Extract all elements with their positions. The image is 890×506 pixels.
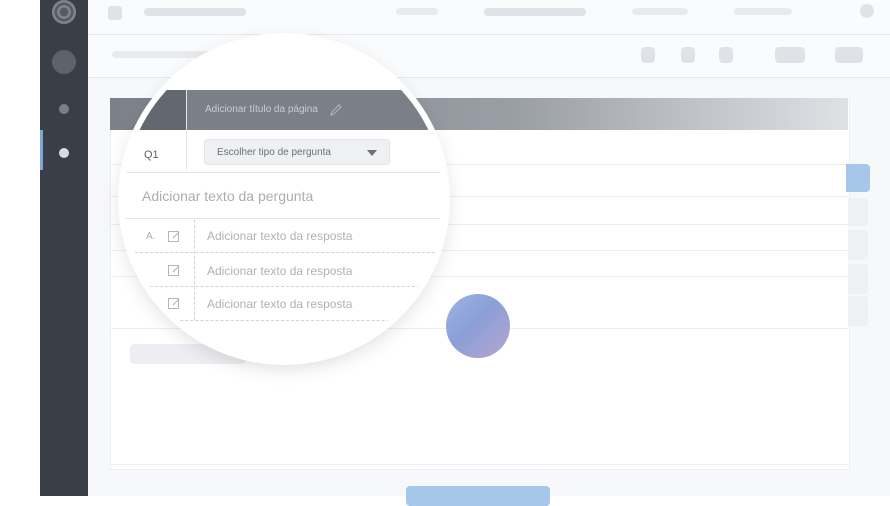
primary-action-button[interactable] [406, 486, 550, 506]
side-action-button[interactable] [848, 198, 868, 226]
loading-spinner [446, 294, 510, 358]
caret-down-icon [367, 150, 377, 156]
question-text-input[interactable]: Adicionar texto da pergunta [142, 188, 313, 204]
edit-note-icon[interactable] [167, 229, 181, 243]
question-number: Q1 [144, 149, 159, 161]
page-title-bar-left [124, 90, 186, 130]
sidebar-item-active[interactable] [59, 148, 69, 158]
side-action-button[interactable] [848, 264, 868, 294]
toolbar-button[interactable] [641, 47, 655, 63]
sidebar-item[interactable] [59, 104, 69, 114]
answer-column-divider [194, 220, 195, 320]
answer-letter: A. [146, 231, 156, 242]
toolbar-button[interactable] [719, 47, 733, 63]
question-type-label: Escolher tipo de pergunta [217, 147, 331, 158]
side-action-button[interactable] [848, 296, 868, 326]
side-action-button[interactable] [846, 164, 870, 192]
pencil-icon[interactable] [328, 102, 344, 118]
left-sidebar [40, 0, 88, 496]
logo-icon [52, 0, 76, 24]
toolbar-button[interactable] [835, 47, 863, 63]
answer-selector[interactable] [134, 289, 148, 303]
sidebar-avatar[interactable] [52, 50, 76, 74]
row-divider [110, 464, 848, 465]
top-bar-checkbox[interactable] [108, 6, 122, 20]
top-bar-skeleton [144, 8, 246, 16]
sidebar-active-indicator [40, 130, 43, 170]
top-bar-skeleton [632, 8, 688, 15]
question-type-select[interactable]: Escolher tipo de pergunta [204, 139, 390, 165]
top-bar-skeleton [734, 8, 792, 15]
toolbar-button[interactable] [775, 47, 805, 63]
page-title-input[interactable]: Adicionar título da página [205, 104, 318, 115]
top-bar-skeleton [396, 8, 438, 15]
side-action-button[interactable] [848, 230, 868, 260]
toolbar-button[interactable] [681, 47, 695, 63]
row-divider [124, 172, 440, 173]
top-bar [88, 0, 890, 35]
answer-text-input[interactable]: Adicionar texto da resposta [207, 264, 352, 278]
answer-text-input[interactable]: Adicionar texto da resposta [207, 297, 352, 311]
edit-note-icon[interactable] [167, 296, 181, 310]
magnifier-lens: Adicionar título da página Q1 Escolher t… [124, 39, 444, 359]
user-icon[interactable] [860, 4, 874, 18]
row-divider [124, 218, 440, 219]
answer-divider [130, 286, 440, 287]
answer-text-input[interactable]: Adicionar texto da resposta [207, 229, 352, 243]
answer-divider [130, 320, 440, 321]
top-bar-skeleton [484, 8, 586, 16]
question-column-divider [186, 90, 187, 170]
edit-note-icon[interactable] [167, 263, 181, 277]
answer-divider [130, 252, 440, 253]
